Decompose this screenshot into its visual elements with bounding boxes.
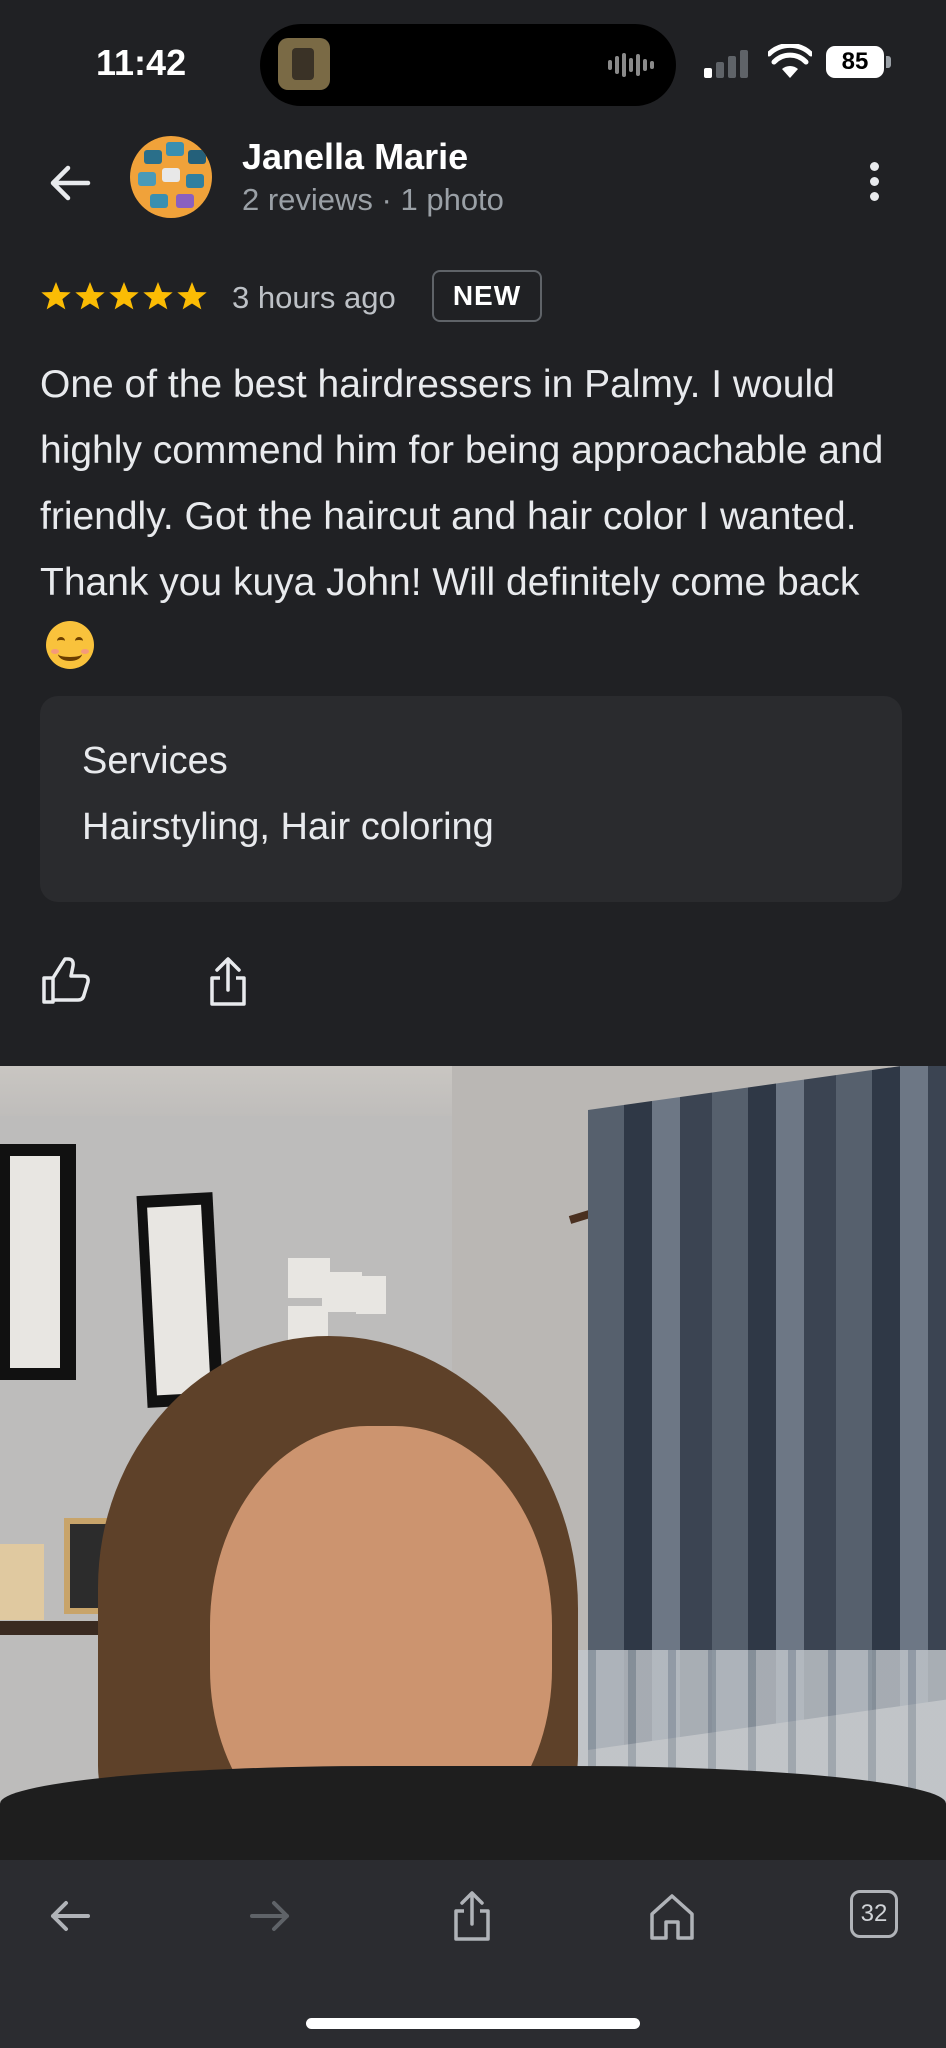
cellular-signal-icon [704, 50, 752, 78]
dynamic-island[interactable] [260, 24, 676, 106]
star-icon [109, 282, 139, 310]
star-icon [75, 282, 105, 310]
forward-arrow-icon[interactable] [244, 1890, 296, 1942]
review-photo[interactable] [0, 1066, 946, 1860]
status-bar: 11:42 85 [0, 0, 946, 120]
now-playing-thumbnail [278, 38, 330, 90]
services-value: Hairstyling, Hair coloring [82, 806, 494, 848]
star-icon [143, 282, 173, 310]
status-time: 11:42 [96, 42, 187, 83]
new-badge: NEW [432, 270, 542, 322]
home-icon[interactable] [646, 1890, 698, 1942]
star-icon [177, 282, 207, 310]
share-icon[interactable] [446, 1890, 498, 1942]
star-icon [41, 282, 71, 310]
reviewer-meta: 2 reviews · 1 photo [242, 182, 504, 217]
more-vert-icon[interactable] [860, 158, 888, 206]
wifi-icon [768, 44, 812, 78]
avatar[interactable] [130, 136, 212, 218]
tabs-icon[interactable]: 32 [850, 1890, 898, 1938]
share-icon[interactable] [204, 956, 252, 1008]
reviewer-name[interactable]: Janella Marie [242, 136, 468, 178]
review-body: One of the best hairdressers in Palmy. I… [40, 363, 884, 604]
back-arrow-icon[interactable] [44, 1890, 96, 1942]
smiling-face-emoji-icon [46, 621, 94, 669]
thumbs-up-icon[interactable] [40, 956, 92, 1006]
audio-waveform-icon [608, 52, 654, 78]
back-arrow-icon[interactable] [44, 156, 98, 210]
review-text: One of the best hairdressers in Palmy. I… [40, 352, 910, 682]
battery-level: 85 [826, 46, 884, 78]
review-time: 3 hours ago [232, 280, 396, 315]
services-card: Services Hairstyling, Hair coloring [40, 696, 902, 902]
star-rating [40, 280, 208, 312]
home-indicator[interactable] [306, 2018, 640, 2029]
services-title: Services [82, 740, 228, 782]
battery-icon: 85 [826, 46, 892, 80]
